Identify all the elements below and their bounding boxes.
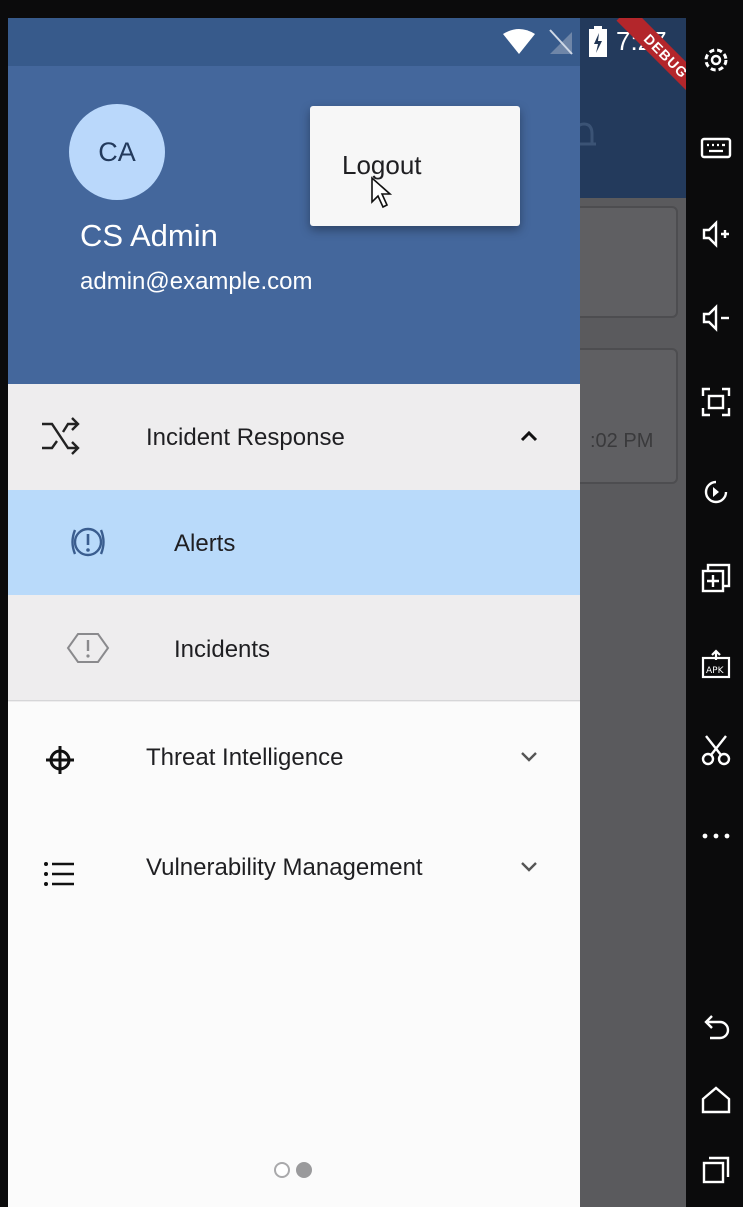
popup-menu: Logout — [310, 106, 520, 226]
page-dot-active[interactable] — [296, 1162, 312, 1178]
chevron-down-icon[interactable] — [518, 745, 540, 767]
volume-up-icon[interactable] — [700, 218, 732, 250]
menu-label-alerts: Alerts — [174, 530, 236, 557]
logout-menu-item[interactable]: Logout — [310, 106, 520, 226]
more-icon[interactable] — [700, 820, 732, 852]
page-dot-inactive[interactable] — [274, 1162, 290, 1178]
scissors-icon[interactable] — [700, 734, 732, 766]
svg-text:APK: APK — [706, 666, 725, 676]
emulator-screen: :02 PM CA CS Admin admin@example.com Inc… — [0, 0, 743, 1207]
menu-label-vulnerability-management: Vulnerability Management — [146, 854, 423, 881]
apk-install-icon[interactable]: APK — [700, 648, 732, 680]
chevron-down-icon[interactable] — [518, 855, 540, 877]
alert-circle-icon — [66, 520, 110, 564]
no-sim-icon — [548, 28, 574, 61]
menu-label-incidents: Incidents — [174, 636, 271, 663]
menu-item-alerts[interactable]: Alerts — [8, 490, 580, 595]
menu-label-threat-intelligence: Threat Intelligence — [146, 744, 344, 771]
list-icon — [38, 852, 82, 896]
recents-icon[interactable] — [700, 1154, 732, 1186]
background-card — [568, 206, 678, 318]
keyboard-icon[interactable] — [700, 132, 732, 164]
rotate-icon[interactable] — [700, 476, 732, 508]
screenshot-frame-icon[interactable] — [700, 386, 732, 418]
chevron-up-icon[interactable] — [518, 425, 540, 447]
menu-label-incident-response: Incident Response — [146, 424, 345, 451]
mouse-cursor-icon — [370, 176, 394, 215]
menu-item-incident-response[interactable]: Incident Response — [8, 384, 580, 489]
background-card — [568, 348, 678, 484]
page-indicator — [272, 1160, 332, 1180]
warning-hexagon-icon — [66, 626, 110, 670]
menu-item-vulnerability-management[interactable]: Vulnerability Management — [8, 812, 580, 917]
crosshair-icon — [38, 738, 82, 782]
menu-item-threat-intelligence[interactable]: Threat Intelligence — [8, 702, 580, 807]
avatar[interactable]: CA — [69, 104, 165, 200]
user-name: CS Admin — [80, 218, 218, 253]
background-time-text: :02 PM — [590, 430, 654, 452]
battery-charging-icon — [588, 26, 608, 63]
phone-display: :02 PM CA CS Admin admin@example.com Inc… — [8, 18, 686, 1207]
volume-down-icon[interactable] — [700, 302, 732, 334]
wifi-icon — [502, 28, 536, 61]
shuffle-icon — [38, 414, 82, 458]
status-bar: 7:27 — [8, 18, 686, 66]
back-icon[interactable] — [700, 1012, 732, 1044]
user-email: admin@example.com — [80, 268, 313, 295]
gear-icon[interactable] — [700, 44, 732, 76]
emulator-toolbar: APK — [686, 0, 743, 1207]
home-icon[interactable] — [700, 1084, 732, 1116]
add-window-icon[interactable] — [700, 562, 732, 594]
menu-item-incidents[interactable]: Incidents — [8, 596, 580, 701]
